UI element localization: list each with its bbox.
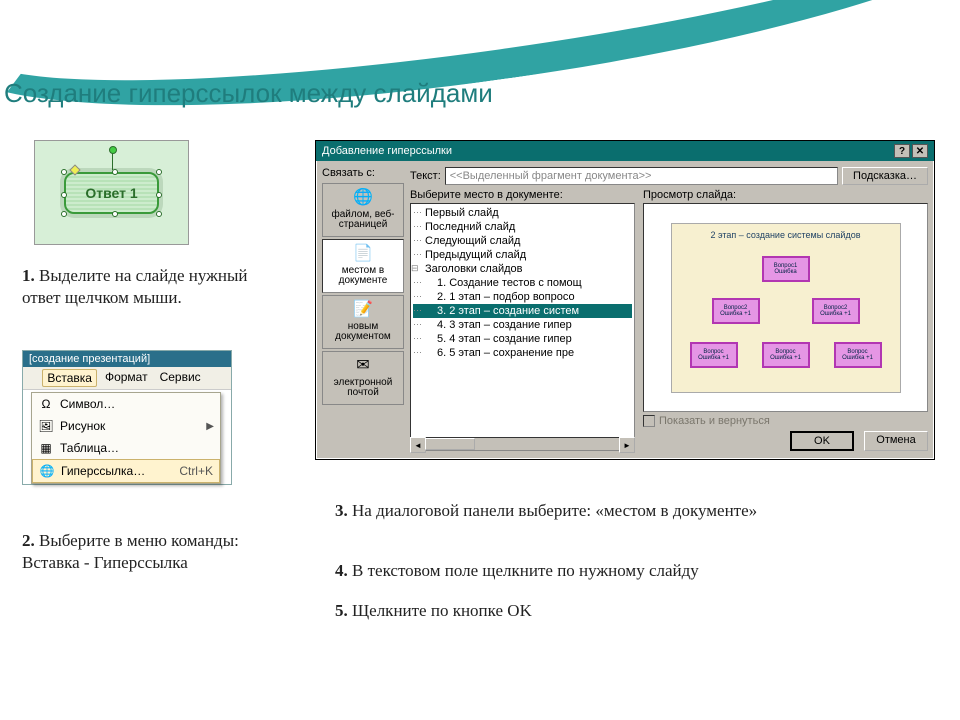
- text-to-display-field[interactable]: <<Выделенный фрагмент документа>>: [445, 167, 838, 185]
- place-in-doc-icon: 📄: [353, 246, 373, 264]
- menubar: Вставка Формат Сервис: [23, 367, 231, 390]
- step-3-text: 3. На диалоговой панели выберите: «место…: [335, 500, 885, 522]
- table-icon: ▦: [38, 440, 54, 456]
- step-5-text: 5. Щелкните по кнопке OK: [335, 600, 885, 622]
- menu-item-hyperlink[interactable]: 🌐 Гиперссылка… Ctrl+K: [32, 459, 220, 483]
- picture-icon: 🖼: [38, 418, 54, 434]
- slide-card: ВопросОшибка +1: [690, 342, 738, 368]
- show-return-label: Показать и вернуться: [659, 415, 770, 427]
- menu-item-picture[interactable]: 🖼 Рисунок ▶: [32, 415, 220, 437]
- rotate-handle-icon: [109, 146, 117, 154]
- resize-handle-icon: [61, 192, 67, 198]
- tree-slide-item[interactable]: 5. 4 этап – создание гипер: [413, 332, 632, 346]
- new-doc-icon: 📝: [353, 302, 373, 320]
- scrollbar-thumb[interactable]: [425, 438, 475, 450]
- nav-file-web[interactable]: 🌐 файлом, веб-страницей: [322, 183, 404, 237]
- nav-new-doc[interactable]: 📝 новым документом: [322, 295, 404, 349]
- insert-hyperlink-dialog: Добавление гиперссылки ? ✕ Связать с: 🌐 …: [315, 140, 935, 460]
- step-4-text: 4. В текстовом поле щелкните по нужному …: [335, 560, 885, 582]
- tree-slide-item[interactable]: 2. 1 этап – подбор вопросо: [413, 290, 632, 304]
- symbol-icon: Ω: [38, 396, 54, 412]
- hyperlink-shortcut: Ctrl+K: [179, 464, 213, 478]
- resize-handle-icon: [61, 211, 67, 217]
- file-web-icon: 🌐: [353, 190, 373, 208]
- cancel-button[interactable]: Отмена: [864, 431, 928, 451]
- resize-handle-icon: [156, 192, 162, 198]
- tree-slide-item[interactable]: 1. Создание тестов с помощ: [413, 276, 632, 290]
- resize-handle-icon: [61, 169, 67, 175]
- menu-insert[interactable]: Вставка: [42, 369, 97, 387]
- resize-handle-icon: [156, 169, 162, 175]
- answer-shape-label: Ответ 1: [85, 185, 137, 201]
- menu-item-table[interactable]: ▦ Таблица…: [32, 437, 220, 459]
- globe-link-icon: 🌐: [39, 463, 55, 479]
- dialog-title: Добавление гиперссылки: [322, 145, 452, 157]
- tree-label: Выберите место в документе:: [410, 189, 635, 201]
- page-title: Создание гиперссылок между слайдами: [4, 78, 493, 109]
- close-button[interactable]: ✕: [912, 144, 928, 158]
- answer-shape: Ответ 1: [64, 172, 159, 214]
- slide-preview: 2 этап – создание системы слайдов Вопрос…: [643, 203, 928, 412]
- tree-node-headers[interactable]: Заголовки слайдов: [413, 262, 632, 276]
- screentip-button[interactable]: Подсказка…: [842, 167, 928, 185]
- tree-node-last[interactable]: Последний слайд: [413, 220, 632, 234]
- text-label: Текст:: [410, 170, 441, 182]
- tree-slide-item[interactable]: 6. 5 этап – сохранение пре: [413, 346, 632, 360]
- tree-node-first[interactable]: Первый слайд: [413, 206, 632, 220]
- menu-service[interactable]: Сервис: [156, 369, 205, 387]
- tree-slide-item[interactable]: 4. 3 этап – создание гипер: [413, 318, 632, 332]
- help-button[interactable]: ?: [894, 144, 910, 158]
- slide-card: ВопросОшибка +1: [762, 342, 810, 368]
- nav-email[interactable]: ✉ электронной почтой: [322, 351, 404, 405]
- place-tree[interactable]: Первый слайд Последний слайд Следующий с…: [410, 203, 635, 438]
- link-to-label: Связать с:: [322, 167, 404, 179]
- slide-thumbnail: 2 этап – создание системы слайдов Вопрос…: [671, 223, 901, 393]
- tree-node-next[interactable]: Следующий слайд: [413, 234, 632, 248]
- ok-button[interactable]: OK: [790, 431, 854, 451]
- slide-thumbnail-title: 2 этап – создание системы слайдов: [672, 230, 900, 240]
- slide-card: ВопросОшибка +1: [834, 342, 882, 368]
- menu-item-symbol[interactable]: Ω Символ…: [32, 393, 220, 415]
- email-icon: ✉: [353, 358, 373, 376]
- slide-card: Вопрос2Ошибка +1: [812, 298, 860, 324]
- dialog-titlebar: Добавление гиперссылки ? ✕: [316, 141, 934, 161]
- slide-card: Вопрос1Ошибка: [762, 256, 810, 282]
- step-2-text: 2. Выберите в меню команды: Вставка - Ги…: [22, 530, 252, 574]
- step-1-text: 1. Выделите на слайде нужный ответ щелчк…: [22, 265, 252, 309]
- blank-menu[interactable]: [27, 369, 38, 387]
- insert-menu-screenshot: [создание презентаций] Вставка Формат Се…: [22, 350, 232, 485]
- tree-slide-item-selected[interactable]: 3. 2 этап – создание систем: [413, 304, 632, 318]
- resize-handle-icon: [112, 211, 118, 217]
- insert-dropdown: Ω Символ… 🖼 Рисунок ▶ ▦ Таблица… 🌐 Гипер…: [31, 392, 221, 484]
- adjust-handle-icon: [69, 164, 80, 175]
- slide-card: Вопрос2Ошибка +1: [712, 298, 760, 324]
- preview-label: Просмотр слайда:: [643, 189, 928, 201]
- selected-shape-screenshot: Ответ 1: [34, 140, 189, 245]
- tree-h-scrollbar[interactable]: [410, 437, 635, 451]
- show-return-checkbox[interactable]: [643, 415, 655, 427]
- resize-handle-icon: [112, 169, 118, 175]
- nav-place-in-doc[interactable]: 📄 местом в документе: [322, 239, 404, 293]
- menu-format[interactable]: Формат: [101, 369, 152, 387]
- app-titlebar: [создание презентаций]: [23, 351, 231, 367]
- resize-handle-icon: [156, 211, 162, 217]
- tree-node-prev[interactable]: Предыдущий слайд: [413, 248, 632, 262]
- submenu-arrow-icon: ▶: [206, 421, 214, 432]
